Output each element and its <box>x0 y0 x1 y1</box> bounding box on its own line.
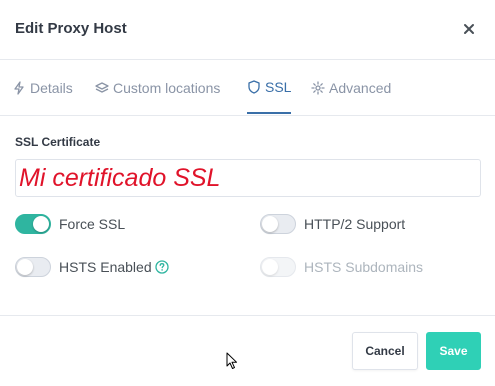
modal-footer <box>0 315 495 386</box>
tab-label: Advanced <box>329 79 392 96</box>
toggle-switch-off[interactable] <box>260 214 296 234</box>
tab-label: Custom locations <box>113 79 221 96</box>
edit-proxy-host-modal: Edit Proxy Host Details Custom locations… <box>0 0 495 386</box>
toggle-switch-disabled <box>260 257 296 277</box>
close-icon[interactable] <box>461 21 477 37</box>
tab-custom-locations[interactable]: Custom locations <box>95 60 220 115</box>
ssl-certificate-label: SSL Certificate <box>15 135 101 149</box>
shield-icon <box>248 80 260 94</box>
hsts-enabled-toggle[interactable]: HSTS Enabled <box>15 257 169 277</box>
tab-bar: Details Custom locations SSL Advanced <box>0 60 495 116</box>
tab-label: SSL <box>265 79 292 95</box>
toggle-label: HSTS Subdomains <box>304 259 424 275</box>
modal-header: Edit Proxy Host <box>0 0 495 60</box>
layers-icon <box>95 81 109 93</box>
http2-support-toggle[interactable]: HTTP/2 Support <box>260 214 405 234</box>
modal-title: Edit Proxy Host <box>15 20 127 37</box>
bolt-icon <box>14 80 24 95</box>
mouse-pointer-icon <box>226 352 237 369</box>
save-button[interactable]: Save <box>426 332 481 370</box>
toggle-label: HSTS Enabled <box>59 259 152 275</box>
gear-icon <box>311 80 325 95</box>
toggle-switch-off[interactable] <box>15 257 51 277</box>
toggle-switch-on[interactable] <box>15 214 51 234</box>
tab-advanced[interactable]: Advanced <box>311 60 391 115</box>
toggle-label: Force SSL <box>59 216 126 232</box>
tab-label: Details <box>30 79 73 96</box>
hsts-subdomains-toggle: HSTS Subdomains <box>260 257 423 277</box>
cancel-button[interactable]: Cancel <box>352 332 418 370</box>
question-circle-icon[interactable] <box>154 260 169 274</box>
ssl-certificate-select[interactable]: Mi certificado SSL <box>15 159 481 197</box>
tab-ssl[interactable]: SSL <box>247 60 292 114</box>
ssl-certificate-value: Mi certificado SSL <box>19 164 221 192</box>
toggle-label: HTTP/2 Support <box>304 216 406 232</box>
tab-details[interactable]: Details <box>12 60 73 115</box>
force-ssl-toggle[interactable]: Force SSL <box>15 214 125 234</box>
